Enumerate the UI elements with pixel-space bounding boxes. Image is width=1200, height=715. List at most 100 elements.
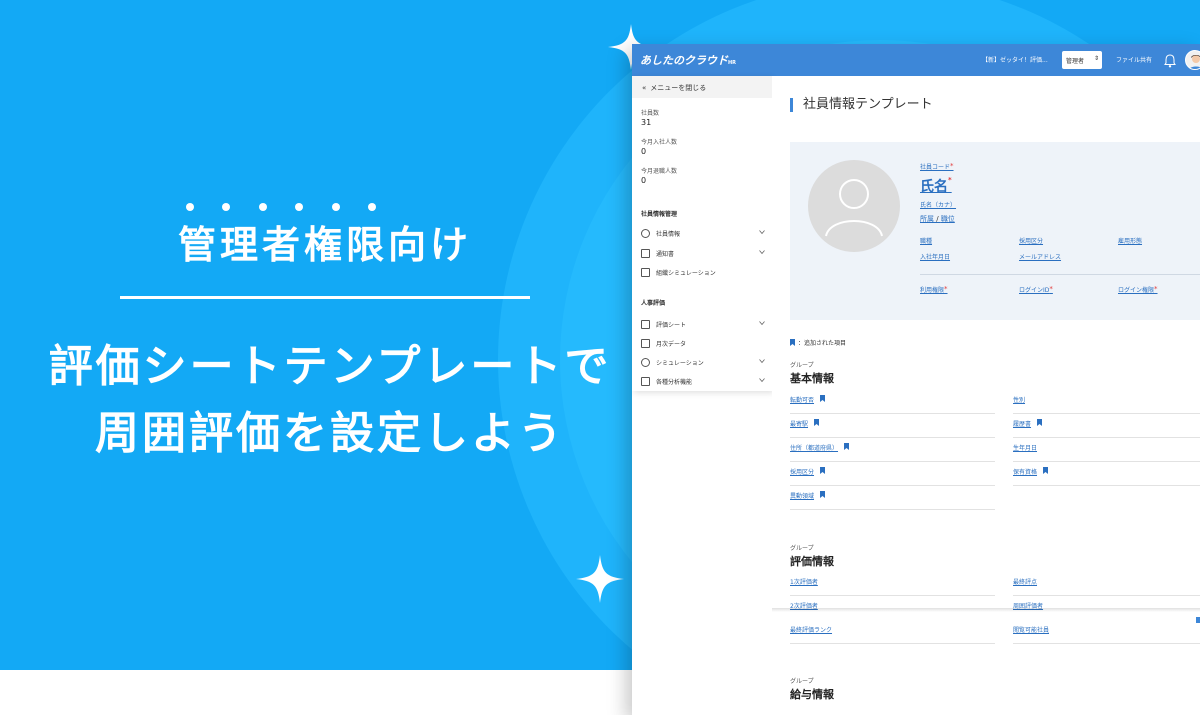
dot: [331, 203, 340, 211]
stat-label-employees: 社員数: [641, 110, 660, 117]
field-first-evaluator[interactable]: 1次評価者: [790, 572, 995, 596]
logo-sub: HR: [728, 60, 737, 66]
bookmark-icon: [1037, 419, 1043, 426]
chevron-down-icon: [759, 378, 765, 383]
app-window-screenshot: あしたのクラウドHR 【新】ゼッタイ！評価... 管理者 ⇕ ファイル共有 «メ…: [632, 44, 1200, 715]
sidebar-item-label: 評価シート: [656, 321, 687, 329]
required-mark: *: [1049, 285, 1053, 293]
separator: /: [934, 215, 941, 223]
sidebar-item-label: 組織シミュレーション: [656, 269, 716, 277]
group-title-evaluation: 評価情報: [790, 555, 834, 568]
field-employment-type[interactable]: 雇用形態: [1118, 236, 1142, 245]
scroll-indicator[interactable]: [1196, 617, 1200, 623]
sidebar-item-analytics[interactable]: 各種分析機能: [641, 374, 769, 388]
bookmark-icon: [820, 467, 826, 474]
field-permission[interactable]: 利用権限*: [920, 285, 948, 294]
role-select[interactable]: 管理者 ⇕: [1062, 51, 1102, 69]
sidebar-item-label: 社員情報: [656, 230, 681, 238]
field-address[interactable]: 住所（都道府県）: [790, 438, 995, 462]
sidebar: «メニューを閉じる 社員数 31 今月入社人数 0 今月退職人数 0 社員情報管…: [632, 76, 772, 391]
field-qualifications[interactable]: 保有資格: [1013, 462, 1200, 486]
sparkle-icon: [576, 555, 624, 603]
header-notice-link[interactable]: 【新】ゼッタイ！評価...: [982, 55, 1048, 64]
field-final-score[interactable]: 最終評点: [1013, 572, 1200, 596]
field-nearest-station[interactable]: 最寄駅: [790, 414, 995, 438]
double-chevron-left-icon: «: [642, 84, 647, 92]
field-label: 異動領域: [790, 493, 815, 500]
field-label: 社員コード: [920, 164, 951, 171]
field-email[interactable]: メールアドレス: [1019, 252, 1061, 261]
profile-photo-placeholder[interactable]: [808, 160, 900, 252]
stat-value-joined: 0: [641, 147, 647, 156]
group-label: グループ: [790, 678, 814, 685]
app-logo[interactable]: あしたのクラウドHR: [640, 52, 736, 68]
field-join-date[interactable]: 入社年月日: [920, 252, 950, 261]
field-label: 最終評価ランク: [790, 627, 833, 634]
field-hire-type[interactable]: 採用区分: [1019, 236, 1043, 245]
close-menu-button[interactable]: «メニューを閉じる: [632, 76, 772, 98]
field-label: 保有資格: [1013, 469, 1038, 476]
stat-value-employees: 31: [641, 118, 652, 127]
dot: [295, 203, 304, 211]
sidebar-item-org-simulation[interactable]: 組織シミュレーション: [641, 265, 769, 279]
hero-headline-line1: 評価シートテンプレートで: [48, 341, 612, 392]
field-full-name[interactable]: 氏名*: [920, 176, 952, 196]
field-birthdate[interactable]: 生年月日: [1013, 438, 1200, 462]
chevron-down-icon: [759, 250, 765, 255]
bell-icon[interactable]: [1164, 53, 1176, 68]
file-share-link[interactable]: ファイル共有: [1116, 55, 1152, 64]
added-item-legend: ：追加された項目: [790, 338, 846, 347]
field-label: ログインID: [1019, 287, 1050, 294]
field-job-type[interactable]: 職種: [920, 236, 932, 245]
close-menu-label: メニューを閉じる: [650, 84, 707, 92]
select-arrows-icon: ⇕: [1093, 55, 1099, 62]
field-label: 生年月日: [1013, 445, 1038, 452]
field-label: 転勤可否: [790, 397, 815, 404]
sidebar-item-label: 月次データ: [656, 340, 687, 348]
field-label: 氏名: [920, 179, 948, 195]
sidebar-item-monthly-data[interactable]: 月次データ: [641, 336, 769, 350]
person-icon: [641, 228, 650, 238]
group-label: グループ: [790, 362, 814, 369]
field-label: 性別: [1013, 397, 1026, 404]
simulation-icon: [641, 357, 650, 367]
chevron-down-icon: [759, 230, 765, 235]
field-transfer-area[interactable]: 異動領域: [790, 486, 995, 510]
org-chart-icon: [641, 267, 650, 277]
field-login-permission[interactable]: ログイン権限*: [1118, 285, 1158, 294]
app-header: あしたのクラウドHR 【新】ゼッタイ！評価... 管理者 ⇕ ファイル共有: [632, 44, 1200, 76]
chevron-down-icon: [759, 321, 765, 326]
hero-divider: [120, 296, 530, 299]
field-employee-code[interactable]: 社員コード*: [920, 162, 954, 171]
field-resume[interactable]: 履歴書: [1013, 414, 1200, 438]
hero-tagline: 管理者権限向け: [177, 223, 472, 267]
sidebar-item-evaluation-sheet[interactable]: 評価シート: [641, 317, 769, 331]
field-label: ログイン権限: [1118, 287, 1155, 294]
sidebar-item-notices[interactable]: 通知書: [641, 246, 769, 260]
required-mark: *: [1154, 285, 1158, 293]
field-label: 住所（都道府県）: [790, 445, 839, 452]
overlay-shadow: [772, 608, 1200, 612]
field-label: 閲覧可能社員: [1013, 627, 1050, 634]
field-name-kana[interactable]: 氏名（カナ）: [920, 200, 956, 209]
field-hire-category[interactable]: 採用区分: [790, 462, 995, 486]
chevron-down-icon: [759, 359, 765, 364]
dot: [222, 203, 231, 211]
field-gender[interactable]: 性別: [1013, 390, 1200, 414]
promo-banner: 管理者権限向け 評価シートテンプレートで 周囲評価を設定しよう あしたのクラウド…: [0, 0, 1200, 715]
sidebar-item-label: 各種分析機能: [656, 378, 693, 386]
bookmark-icon: [844, 443, 850, 450]
field-dept-position[interactable]: 所属 / 職位: [920, 214, 955, 224]
field-dept: 所属: [920, 215, 934, 223]
field-login-id[interactable]: ログインID*: [1019, 285, 1053, 294]
sidebar-item-label: シミュレーション: [656, 359, 704, 367]
user-avatar[interactable]: [1185, 50, 1200, 70]
sidebar-item-employee-info[interactable]: 社員情報: [641, 226, 769, 240]
sidebar-item-simulation[interactable]: シミュレーション: [641, 355, 769, 369]
stat-label-resigned: 今月退職人数: [641, 168, 678, 175]
field-transfer[interactable]: 転勤可否: [790, 390, 995, 414]
page-title: 社員情報テンプレート: [790, 98, 933, 112]
bookmark-icon: [820, 395, 826, 402]
field-final-rank[interactable]: 最終評価ランク: [790, 620, 995, 644]
field-viewable-employees[interactable]: 閲覧可能社員: [1013, 620, 1200, 644]
